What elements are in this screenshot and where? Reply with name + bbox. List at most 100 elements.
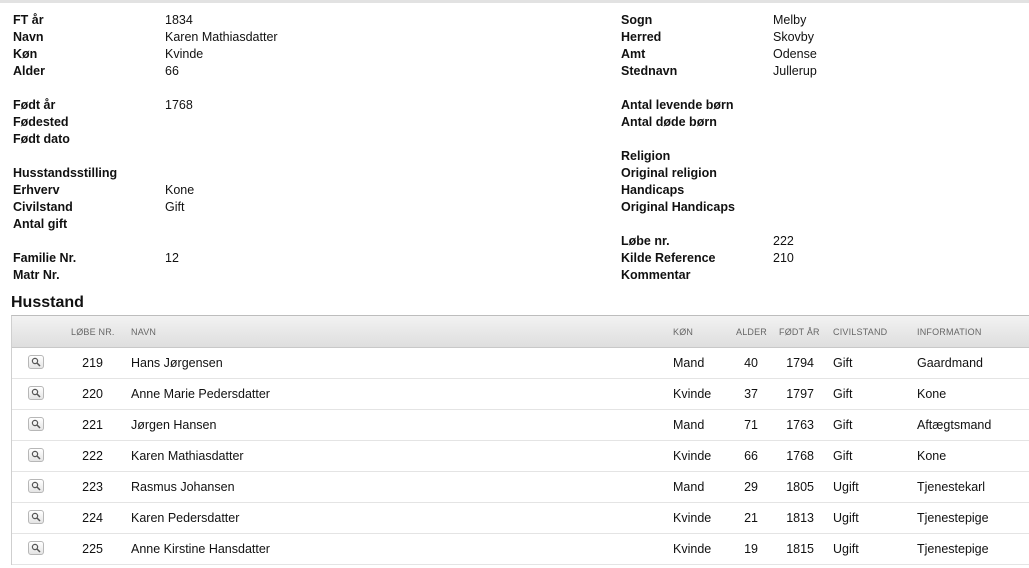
right-field-row: Amt Odense — [621, 46, 1021, 63]
cell-information: Tjenestekarl — [917, 480, 986, 494]
left-field-row: Født år 1768 — [13, 97, 573, 114]
field-value: 66 — [165, 64, 179, 78]
col-header-alder[interactable]: ALDER — [736, 327, 767, 337]
col-header-navn[interactable]: NAVN — [131, 327, 156, 337]
col-header-information[interactable]: INFORMATION — [917, 327, 982, 337]
cell-civilstand: Ugift — [833, 480, 859, 494]
field-label: Løbe nr. — [621, 234, 670, 248]
table-row[interactable]: 225 Anne Kirstine Hansdatter Kvinde 19 1815 U… — [12, 534, 1029, 565]
cell-civilstand: Gift — [833, 418, 853, 432]
cell-lobe-nr: 224 — [82, 511, 103, 525]
table-row[interactable]: 223 Rasmus Johansen Mand 29 1805 Ugift Tjenest… — [12, 472, 1029, 503]
cell-kon: Kvinde — [673, 449, 712, 463]
cell-fodt-ar: 1763 — [786, 418, 814, 432]
cell-information: Kone — [917, 387, 947, 401]
field-value: 210 — [773, 251, 794, 265]
field-label: Erhverv — [13, 183, 60, 197]
magnifier-icon[interactable] — [28, 355, 44, 369]
cell-information: Tjenestepige — [917, 542, 989, 556]
field-label: Husstandsstilling — [13, 166, 118, 180]
cell-civilstand: Ugift — [833, 542, 859, 556]
field-spacer — [621, 80, 1021, 97]
person-details-right: Sogn Melby Herred Skovby Amt Odense Stednavn Ju… — [621, 12, 1021, 284]
cell-lobe-nr: 222 — [82, 449, 103, 463]
cell-alder: 71 — [744, 418, 758, 432]
field-label: Civilstand — [13, 200, 73, 214]
field-label: Religion — [621, 149, 671, 163]
col-header-civilstand[interactable]: CIVILSTAND — [833, 327, 887, 337]
field-label: Født dato — [13, 132, 70, 146]
field-value: Odense — [773, 47, 817, 61]
magnifier-icon[interactable] — [28, 417, 44, 431]
cell-lobe-nr: 221 — [82, 418, 103, 432]
field-label: Antal døde børn — [621, 115, 717, 129]
cell-alder: 29 — [744, 480, 758, 494]
cell-information: Aftægtsmand — [917, 418, 992, 432]
field-spacer — [13, 148, 573, 165]
field-value: Melby — [773, 13, 807, 27]
field-value: Kone — [165, 183, 195, 197]
cell-kon: Kvinde — [673, 511, 712, 525]
field-spacer — [13, 80, 573, 97]
magnifier-icon[interactable] — [28, 479, 44, 493]
right-field-row: Løbe nr. 222 — [621, 233, 1021, 250]
table-row[interactable]: 222 Karen Mathiasdatter Kvinde 66 1768 Gift Ko… — [12, 441, 1029, 472]
cell-kon: Kvinde — [673, 387, 712, 401]
cell-alder: 37 — [744, 387, 758, 401]
table-row[interactable]: 219 Hans Jørgensen Mand 40 1794 Gift Gaardmand — [12, 348, 1029, 379]
left-field-row: Antal gift — [13, 216, 573, 233]
cell-alder: 40 — [744, 356, 758, 370]
left-field-row: Civilstand Gift — [13, 199, 573, 216]
left-field-row: Alder 66 — [13, 63, 573, 80]
left-field-row: Husstandsstilling — [13, 165, 573, 182]
person-details-left: FT år 1834 Navn Karen Mathiasdatter Køn Kvind… — [13, 12, 573, 284]
right-field-row: Religion — [621, 148, 1021, 165]
field-label: Original Handicaps — [621, 200, 735, 214]
field-spacer — [13, 233, 573, 250]
field-label: FT år — [13, 13, 44, 27]
cell-kon: Mand — [673, 418, 705, 432]
right-field-row: Sogn Melby — [621, 12, 1021, 29]
right-field-row: Original religion — [621, 165, 1021, 182]
cell-lobe-nr: 219 — [82, 356, 103, 370]
cell-navn: Rasmus Johansen — [131, 480, 235, 494]
field-value: Gift — [165, 200, 185, 214]
field-label: Familie Nr. — [13, 251, 77, 265]
table-body: 219 Hans Jørgensen Mand 40 1794 Gift Gaardmand… — [12, 348, 1029, 565]
table-row[interactable]: 224 Karen Pedersdatter Kvinde 21 1813 Ugift Tj… — [12, 503, 1029, 534]
table-row[interactable]: 221 Jørgen Hansen Mand 71 1763 Gift Aftægtsman… — [12, 410, 1029, 441]
right-field-row: Stednavn Jullerup — [621, 63, 1021, 80]
household-table: LØBE NR. NAVN KØN ALDER FØDT ÅR CIVILSTA… — [11, 315, 1029, 565]
col-header-kon[interactable]: KØN — [673, 327, 693, 337]
field-label: Stednavn — [621, 64, 678, 78]
right-field-row: Original Handicaps — [621, 199, 1021, 216]
field-value: Jullerup — [773, 64, 817, 78]
field-label: Køn — [13, 47, 38, 61]
col-header-fodt-ar[interactable]: FØDT ÅR — [779, 327, 820, 337]
cell-alder: 19 — [744, 542, 758, 556]
field-spacer — [621, 131, 1021, 148]
magnifier-icon[interactable] — [28, 386, 44, 400]
household-title: Husstand — [11, 294, 84, 311]
cell-navn: Anne Kirstine Hansdatter — [131, 542, 270, 556]
field-label: Fødested — [13, 115, 69, 129]
cell-navn: Anne Marie Pedersdatter — [131, 387, 270, 401]
magnifier-icon[interactable] — [28, 448, 44, 462]
field-label: Alder — [13, 64, 45, 78]
cell-civilstand: Gift — [833, 449, 853, 463]
field-label: Original religion — [621, 166, 717, 180]
left-field-row: Erhverv Kone — [13, 182, 573, 199]
field-label: Matr Nr. — [13, 268, 60, 282]
field-spacer — [621, 216, 1021, 233]
cell-navn: Jørgen Hansen — [131, 418, 217, 432]
field-value: Kvinde — [165, 47, 204, 61]
col-header-lobe-nr[interactable]: LØBE NR. — [71, 327, 115, 337]
right-field-row: Antal døde børn — [621, 114, 1021, 131]
cell-kon: Kvinde — [673, 542, 712, 556]
left-field-row: FT år 1834 — [13, 12, 573, 29]
cell-navn: Karen Pedersdatter — [131, 511, 240, 525]
table-row[interactable]: 220 Anne Marie Pedersdatter Kvinde 37 1797 Gi… — [12, 379, 1029, 410]
right-field-row: Kilde Reference 210 — [621, 250, 1021, 267]
magnifier-icon[interactable] — [28, 510, 44, 524]
magnifier-icon[interactable] — [28, 541, 44, 555]
